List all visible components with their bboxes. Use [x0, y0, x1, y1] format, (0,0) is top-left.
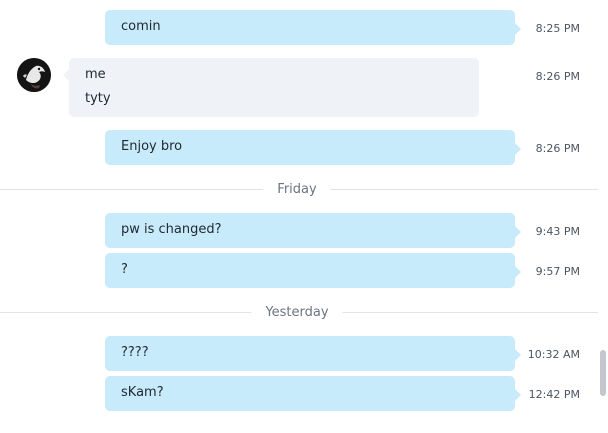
- message-timestamp: 9:43 PM: [535, 225, 580, 238]
- contact-avatar[interactable]: [17, 58, 51, 92]
- message-timestamp: 12:42 PM: [528, 388, 580, 401]
- outgoing-message-bubble[interactable]: ?: [105, 253, 521, 288]
- message-text: tyty: [85, 91, 111, 106]
- scrollbar-thumb[interactable]: [600, 350, 606, 396]
- outgoing-message-bubble[interactable]: comin: [105, 10, 521, 45]
- avatar-icon: [17, 58, 51, 92]
- message-timestamp: 8:26 PM: [535, 142, 580, 155]
- message-timestamp: 10:32 AM: [527, 348, 580, 361]
- date-divider-label: Yesterday: [251, 305, 343, 320]
- message-text: Enjoy bro: [121, 139, 183, 154]
- outgoing-message-bubble[interactable]: ????: [105, 336, 521, 371]
- incoming-message-bubble[interactable]: me tyty: [63, 58, 479, 117]
- message-text: pw is changed?: [121, 222, 222, 237]
- date-divider-label: Friday: [263, 182, 331, 197]
- message-text: comin: [121, 19, 161, 34]
- message-timestamp: 8:25 PM: [535, 22, 580, 35]
- message-sender: me: [85, 67, 106, 82]
- message-timestamp: 8:26 PM: [535, 70, 580, 83]
- message-text: ????: [121, 345, 149, 360]
- message-timestamp: 9:57 PM: [535, 265, 580, 278]
- message-text: sKam?: [121, 385, 164, 400]
- outgoing-message-bubble[interactable]: Enjoy bro: [105, 130, 521, 165]
- chat-conversation: comin 8:25 PM me tyty 8:26 PM Enjoy bro …: [0, 0, 608, 433]
- outgoing-message-bubble[interactable]: pw is changed?: [105, 213, 521, 248]
- message-text: ?: [121, 262, 128, 277]
- outgoing-message-bubble[interactable]: sKam?: [105, 376, 521, 411]
